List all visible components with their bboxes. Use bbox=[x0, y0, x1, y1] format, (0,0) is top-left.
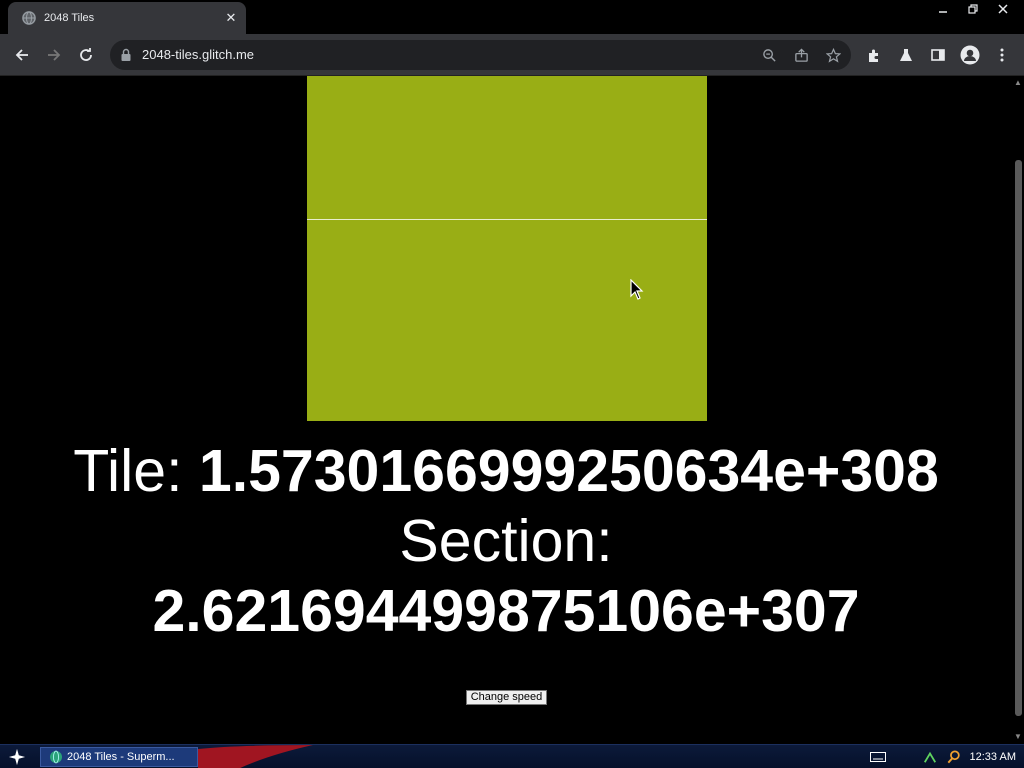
tile-canvas[interactable] bbox=[307, 76, 707, 421]
globe-icon bbox=[50, 750, 62, 764]
forward-icon[interactable] bbox=[42, 43, 66, 67]
tile-label: Tile: bbox=[73, 438, 199, 504]
page-scrollbar[interactable]: ▲ ▼ bbox=[1012, 76, 1024, 744]
tab-title: 2048 Tiles bbox=[44, 12, 95, 24]
cursor-icon bbox=[630, 279, 644, 300]
network-icon[interactable] bbox=[922, 749, 938, 765]
search-icon[interactable] bbox=[946, 749, 962, 765]
profile-icon[interactable] bbox=[958, 43, 982, 67]
extensions-icon[interactable] bbox=[862, 43, 886, 67]
start-icon[interactable] bbox=[6, 747, 28, 767]
tile-value: 1.5730166999250634e+308 bbox=[198, 438, 939, 504]
address-bar[interactable]: 2048-tiles.glitch.me bbox=[110, 40, 851, 70]
window-controls bbox=[928, 0, 1018, 18]
close-icon[interactable]: ✕ bbox=[222, 9, 240, 27]
labs-icon[interactable] bbox=[894, 43, 918, 67]
zoom-icon[interactable] bbox=[757, 45, 781, 65]
taskbar-decoration bbox=[198, 745, 313, 768]
url-text: 2048-tiles.glitch.me bbox=[142, 47, 254, 62]
globe-icon bbox=[22, 11, 36, 25]
browser-toolbar: 2048-tiles.glitch.me bbox=[0, 34, 1024, 76]
screen: 2048 Tiles ✕ 2048-tiles.glitch.me Tile: … bbox=[0, 0, 1024, 768]
section-label: Section: bbox=[399, 508, 613, 574]
menu-icon[interactable] bbox=[990, 43, 1014, 67]
scroll-up-icon[interactable]: ▲ bbox=[1014, 79, 1022, 87]
change-speed-button[interactable]: Change speed bbox=[466, 690, 547, 705]
tile-info: Tile: 1.5730166999250634e+308 Section: 2… bbox=[0, 436, 1012, 646]
share-icon[interactable] bbox=[789, 45, 813, 65]
section-divider bbox=[307, 219, 707, 220]
tab-2048-tiles[interactable]: 2048 Tiles ✕ bbox=[8, 2, 246, 34]
taskbar-item-2048-tiles[interactable]: 2048 Tiles - Superm... bbox=[40, 747, 198, 767]
lock-icon[interactable] bbox=[120, 48, 132, 62]
minimize-icon[interactable] bbox=[928, 0, 958, 18]
tab-strip: 2048 Tiles ✕ bbox=[0, 0, 1024, 34]
page-viewport: Tile: 1.5730166999250634e+308 Section: 2… bbox=[0, 76, 1024, 744]
taskbar-item-label: 2048 Tiles - Superm... bbox=[67, 751, 175, 763]
star-icon[interactable] bbox=[821, 45, 845, 65]
close-window-icon[interactable] bbox=[988, 0, 1018, 18]
scroll-down-icon[interactable]: ▼ bbox=[1014, 733, 1022, 741]
restore-icon[interactable] bbox=[958, 0, 988, 18]
section-value: 2.621694499875106e+307 bbox=[152, 578, 860, 644]
taskbar: 2048 Tiles - Superm... 12:33 AM bbox=[0, 744, 1024, 768]
reload-icon[interactable] bbox=[74, 43, 98, 67]
side-panel-icon[interactable] bbox=[926, 43, 950, 67]
tile-line-text: Tile: 1.5730166999250634e+308 bbox=[0, 436, 1012, 506]
scroll-thumb[interactable] bbox=[1015, 160, 1022, 716]
system-tray: 12:33 AM bbox=[869, 745, 1016, 768]
keyboard-icon[interactable] bbox=[869, 749, 886, 765]
clock: 12:33 AM bbox=[969, 751, 1016, 763]
back-icon[interactable] bbox=[10, 43, 34, 67]
